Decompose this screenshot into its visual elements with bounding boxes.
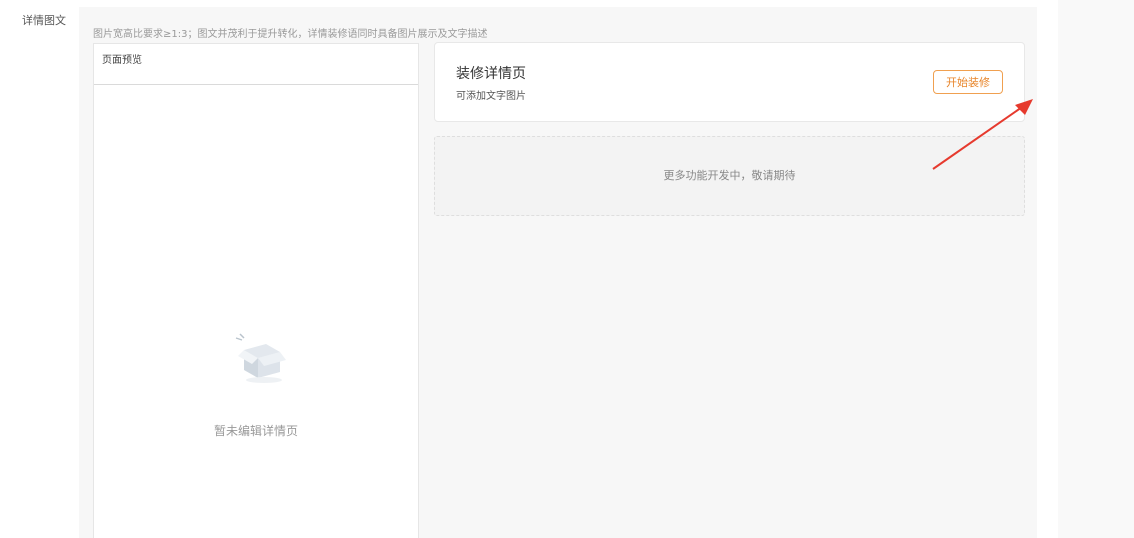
decorate-detail-card: 装修详情页 可添加文字图片 开始装修: [434, 42, 1025, 122]
detail-editor-panel: 图片宽高比要求≥1:3；图文并茂利于提升转化，详情装修语同时具备图片展示及文字描…: [79, 7, 1037, 538]
coming-soon-text: 更多功能开发中，敬请期待: [663, 169, 796, 182]
page-preview-title: 页面预览: [94, 44, 418, 85]
right-margin-strip: [1058, 0, 1134, 538]
decorate-detail-subtitle: 可添加文字图片: [456, 91, 526, 102]
detail-field-label: 详情图文: [22, 14, 66, 27]
coming-soon-box: 更多功能开发中，敬请期待: [434, 136, 1025, 216]
decorate-detail-title: 装修详情页: [456, 66, 526, 82]
start-decorate-button[interactable]: 开始装修: [933, 70, 1003, 94]
page-preview: 页面预览 暂未编辑详情页: [93, 43, 419, 538]
empty-box-icon: [235, 333, 286, 383]
empty-preview-text: 暂未编辑详情页: [213, 424, 298, 438]
image-ratio-hint: 图片宽高比要求≥1:3；图文并茂利于提升转化，详情装修语同时具备图片展示及文字描…: [93, 29, 488, 40]
